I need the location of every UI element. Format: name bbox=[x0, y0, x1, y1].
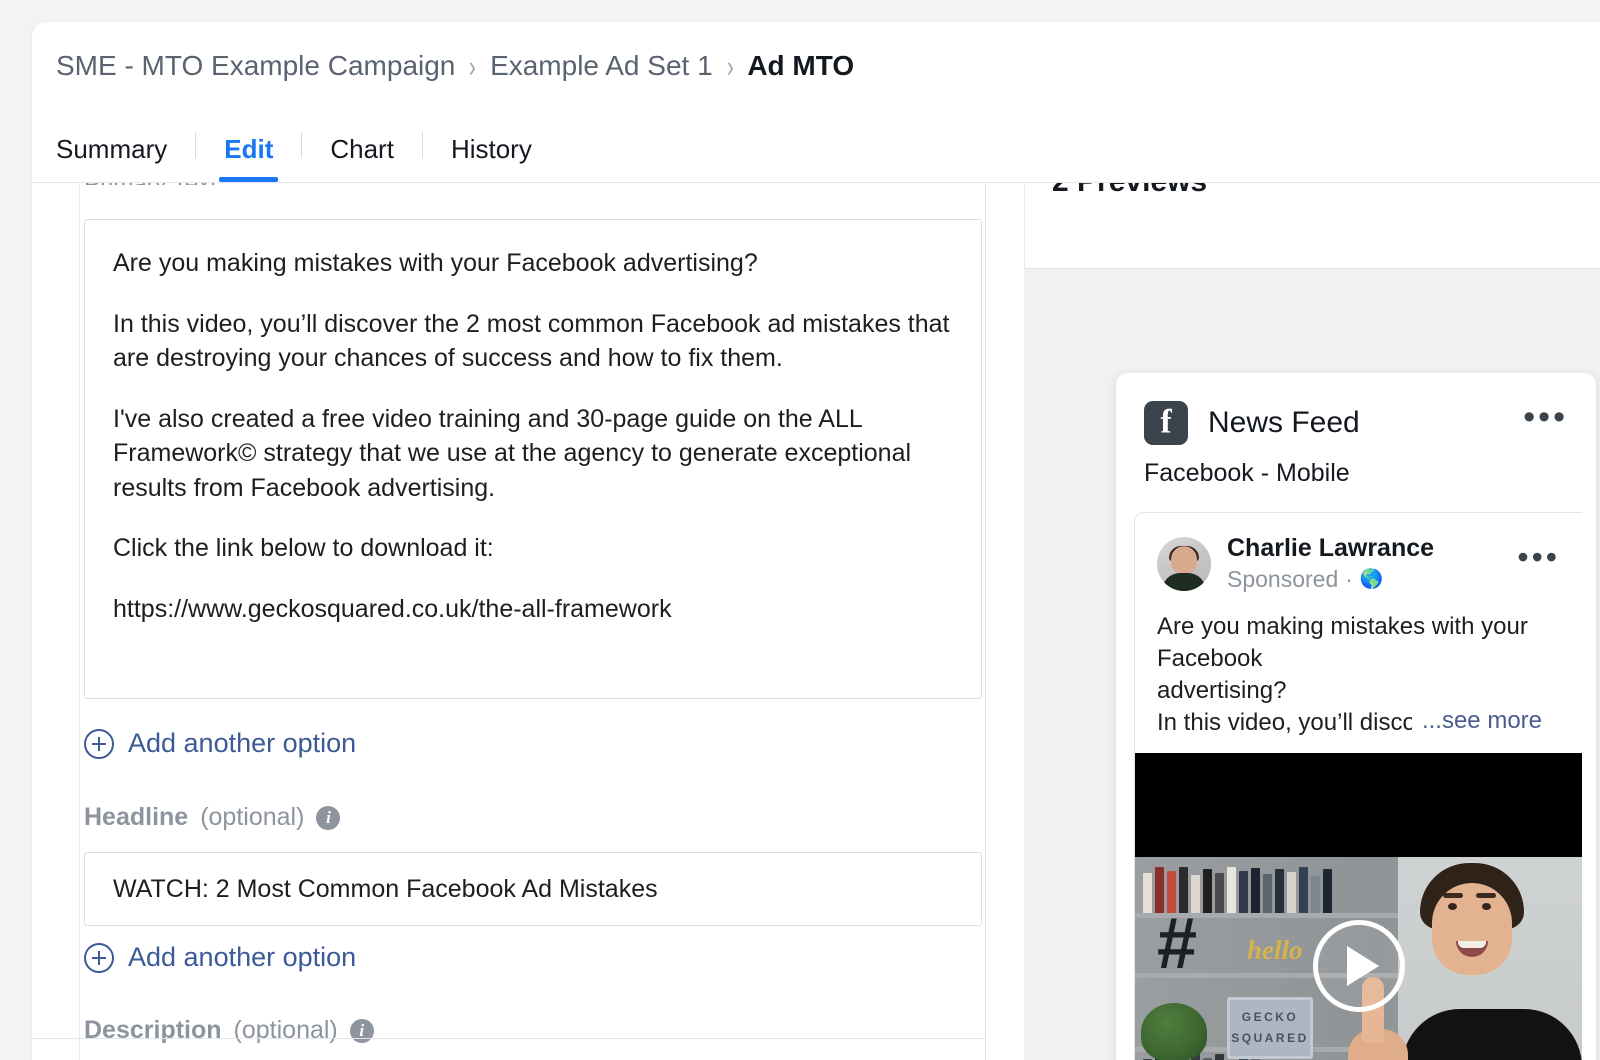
preview-body: f News Feed ••• Facebook - Mobile Charli… bbox=[1024, 269, 1600, 1060]
headline-value: WATCH: 2 Most Common Facebook Ad Mistake… bbox=[113, 875, 658, 904]
post-menu-icon[interactable]: ••• bbox=[1517, 551, 1560, 578]
preview-title: 2 Previews bbox=[1052, 183, 1207, 213]
facebook-logo-icon: f bbox=[1144, 401, 1188, 445]
video-thumbnail[interactable]: # hello GECKO SQUARED bbox=[1135, 753, 1582, 1060]
chevron-right-icon: › bbox=[469, 48, 476, 84]
tab-chart[interactable]: Chart bbox=[330, 136, 394, 182]
preview-header: 2 Previews bbox=[986, 183, 1600, 269]
post-text-line-1: Are you making mistakes with your Facebo… bbox=[1157, 611, 1560, 675]
tab-history[interactable]: History bbox=[451, 136, 532, 182]
chevron-right-icon: › bbox=[727, 48, 734, 84]
primary-text-paragraph: Are you making mistakes with your Facebo… bbox=[113, 246, 953, 281]
breadcrumb-item-campaign[interactable]: SME - MTO Example Campaign bbox=[56, 50, 455, 82]
headline-label: Headline (optional) i bbox=[84, 803, 340, 832]
post-text-line-3-row: In this video, you’ll discover the 2 ...… bbox=[1157, 707, 1560, 739]
hashtag-decor-icon: # bbox=[1157, 919, 1219, 973]
preview-pane: 2 Previews f News Feed ••• Facebook - Mo… bbox=[986, 183, 1600, 1060]
headline-optional-text: (optional) bbox=[200, 803, 304, 832]
headline-label-text: Headline bbox=[84, 803, 188, 832]
add-option-label: Add another option bbox=[128, 728, 356, 759]
post-text-line-2: advertising? bbox=[1157, 675, 1560, 707]
gecko-squared-lightbox: GECKO SQUARED bbox=[1227, 997, 1313, 1059]
placement-menu-icon[interactable]: ••• bbox=[1523, 409, 1568, 438]
see-more-link[interactable]: ...see more bbox=[1412, 705, 1542, 737]
tab-divider bbox=[195, 132, 196, 158]
add-another-option-primary-text-button[interactable]: Add another option bbox=[84, 728, 356, 759]
description-label-text: Description bbox=[84, 1016, 222, 1045]
presenter-figure bbox=[1398, 857, 1582, 1060]
breadcrumb: SME - MTO Example Campaign › Example Ad … bbox=[56, 50, 854, 82]
lightbox-line-2: SQUARED bbox=[1231, 1028, 1309, 1048]
description-label: Description (optional) i bbox=[84, 1016, 374, 1045]
primary-text-paragraph: I've also created a free video training … bbox=[113, 402, 953, 506]
post-author-block: Charlie Lawrance Sponsored · 🌎 bbox=[1227, 533, 1434, 595]
headline-field[interactable]: WATCH: 2 Most Common Facebook Ad Mistake… bbox=[84, 852, 982, 926]
separator-dot: · bbox=[1345, 565, 1353, 595]
tab-bar: Summary Edit Chart History bbox=[56, 120, 532, 182]
content-split: Primary Text Are you making mistakes wit… bbox=[32, 183, 1600, 1060]
placement-header: f News Feed ••• bbox=[1116, 373, 1596, 445]
play-button-icon[interactable] bbox=[1313, 920, 1405, 1012]
edit-form-pane: Primary Text Are you making mistakes wit… bbox=[32, 183, 985, 1060]
post-sponsored-row: Sponsored · 🌎 bbox=[1227, 565, 1434, 595]
description-optional-text: (optional) bbox=[234, 1016, 338, 1045]
post-author-name: Charlie Lawrance bbox=[1227, 533, 1434, 563]
placement-name: News Feed bbox=[1208, 406, 1360, 440]
primary-text-label: Primary Text bbox=[84, 183, 217, 185]
form-left-rule bbox=[79, 183, 80, 1060]
add-another-option-headline-button[interactable]: Add another option bbox=[84, 942, 356, 973]
tab-summary[interactable]: Summary bbox=[56, 136, 167, 182]
info-icon[interactable]: i bbox=[316, 806, 340, 830]
tab-divider bbox=[422, 132, 423, 158]
plus-circle-icon bbox=[84, 729, 114, 759]
app-window: SME - MTO Example Campaign › Example Ad … bbox=[32, 22, 1600, 1060]
tab-edit[interactable]: Edit bbox=[224, 136, 273, 182]
sponsored-label: Sponsored bbox=[1227, 565, 1338, 595]
preview-card: f News Feed ••• Facebook - Mobile Charli… bbox=[1116, 373, 1596, 1060]
plant-decor bbox=[1141, 1003, 1207, 1060]
primary-text-paragraph: Click the link below to download it: bbox=[113, 531, 953, 566]
breadcrumb-item-ad[interactable]: Ad MTO bbox=[747, 50, 854, 82]
primary-text-url: https://www.geckosquared.co.uk/the-all-f… bbox=[113, 592, 953, 627]
primary-text-field[interactable]: Are you making mistakes with your Facebo… bbox=[84, 219, 982, 699]
plus-circle-icon bbox=[84, 943, 114, 973]
ad-post-card: Charlie Lawrance Sponsored · 🌎 ••• Are y… bbox=[1134, 512, 1582, 1060]
lightbox-line-1: GECKO bbox=[1242, 1007, 1299, 1027]
avatar bbox=[1157, 537, 1211, 591]
post-body-text: Are you making mistakes with your Facebo… bbox=[1135, 595, 1582, 739]
primary-text-paragraph: In this video, you’ll discover the 2 mos… bbox=[113, 307, 953, 376]
add-option-label: Add another option bbox=[128, 942, 356, 973]
globe-icon: 🌎 bbox=[1360, 568, 1384, 593]
placement-subtitle: Facebook - Mobile bbox=[1116, 445, 1596, 488]
breadcrumb-item-adset[interactable]: Example Ad Set 1 bbox=[490, 50, 713, 82]
primary-text-value: Are you making mistakes with your Facebo… bbox=[113, 246, 953, 626]
hello-sign-text: hello bbox=[1247, 935, 1303, 966]
tab-divider bbox=[301, 132, 302, 158]
form-bottom-rule bbox=[32, 1038, 985, 1039]
post-header: Charlie Lawrance Sponsored · 🌎 ••• bbox=[1135, 513, 1582, 595]
preview-left-rule bbox=[1024, 183, 1025, 269]
